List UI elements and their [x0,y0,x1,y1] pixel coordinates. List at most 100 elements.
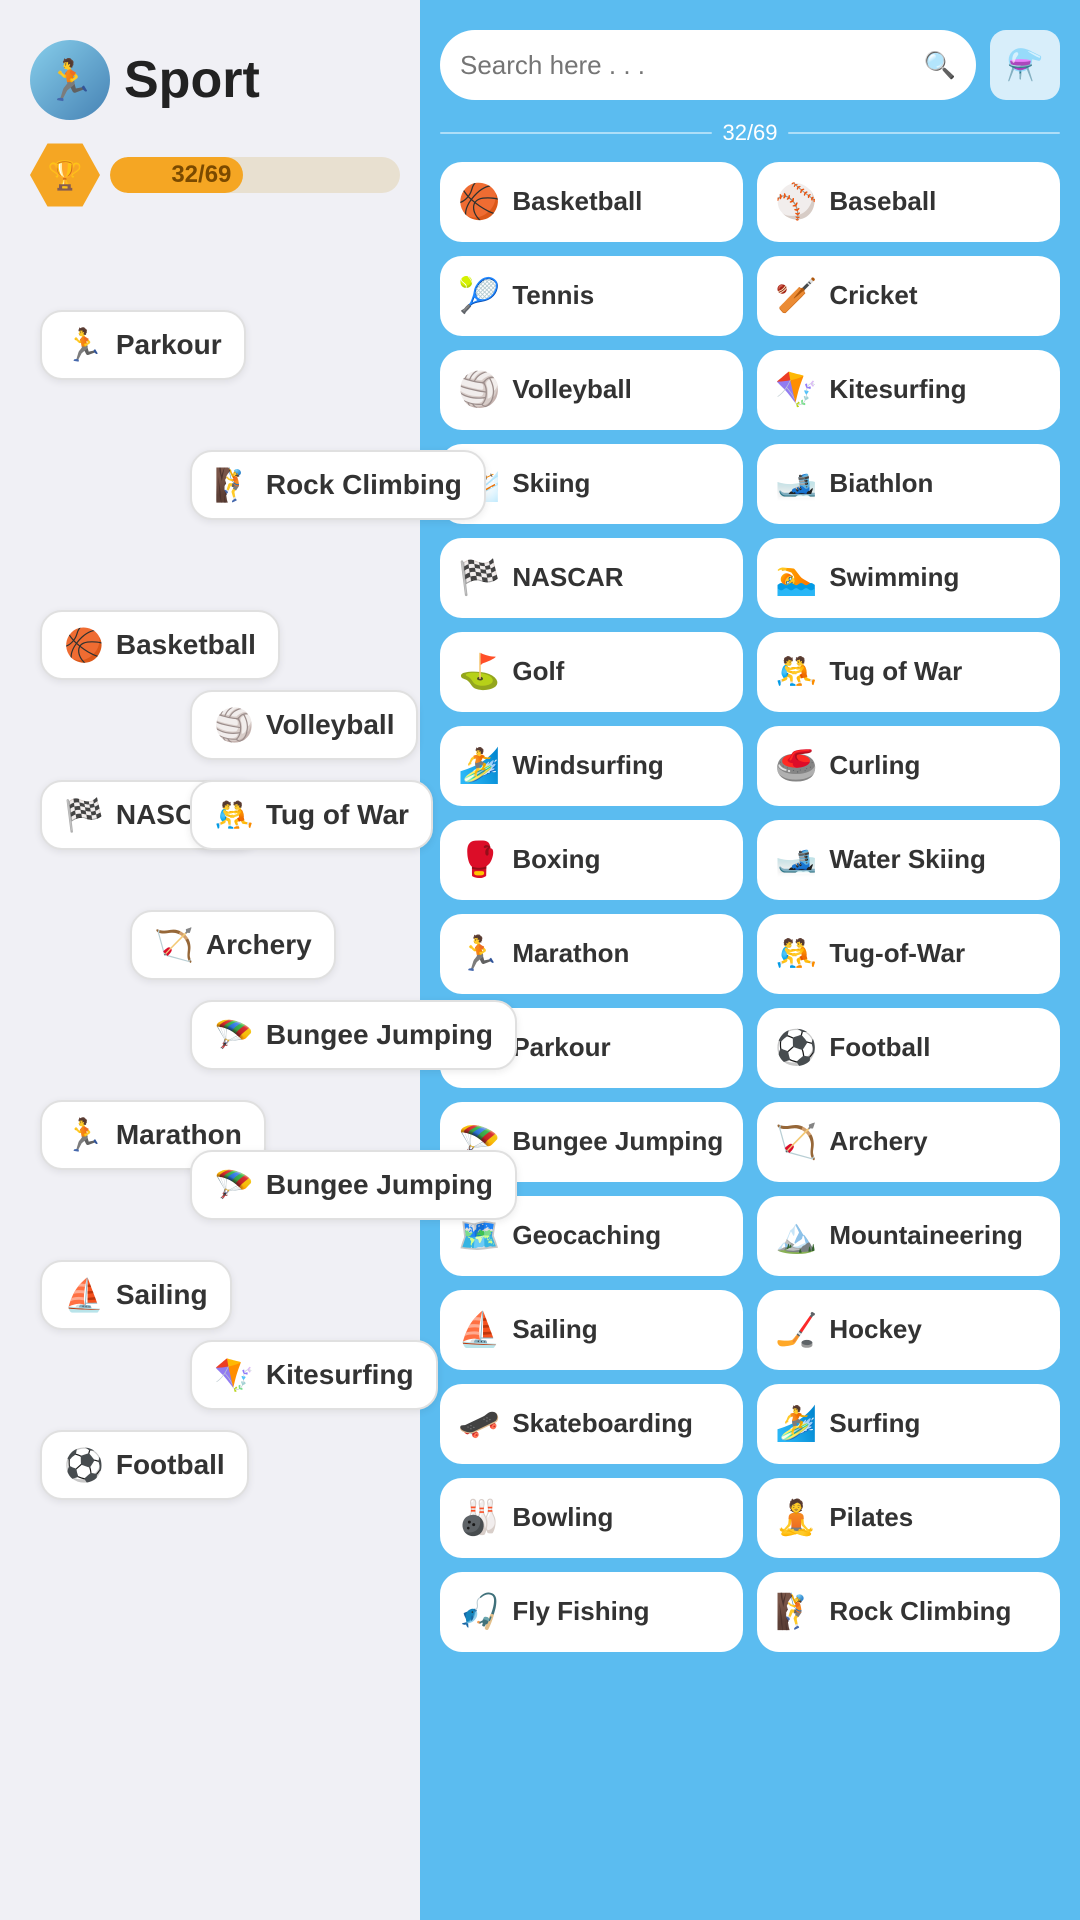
left-item-parkour[interactable]: 🏃Parkour [40,310,246,380]
left-item-rock-climbing[interactable]: 🧗 Rock Climbing [190,450,486,520]
grid-label-archery: Archery [829,1126,927,1157]
grid-label-nascar: NASCAR [512,562,623,593]
grid-emoji-swimming: 🏊 [775,558,817,598]
grid-item-marathon[interactable]: 🏃 Marathon [440,914,743,994]
grid-item-pilates[interactable]: 🧘Pilates [757,1478,1060,1558]
grid-label-swimming: Swimming [829,562,959,593]
grid-emoji-skateboarding: 🛹 [458,1404,500,1444]
grid-label-windsurfing: Windsurfing [512,750,663,781]
grid-emoji-rock-climbing: 🧗 [775,1592,817,1632]
emoji-kitesurfing: 🪁 [214,1356,254,1394]
left-item-basketball[interactable]: 🏀Basketball [40,610,280,680]
grid-emoji-tennis: 🎾 [458,276,500,316]
grid-item-archery[interactable]: 🏹 Archery [757,1102,1060,1182]
emoji-parkour: 🏃 [64,326,104,364]
grid-emoji-baseball: ⚾ [775,182,817,222]
grid-item-sailing[interactable]: ⛵Sailing [440,1290,743,1370]
grid-label-geocaching: Geocaching [512,1220,661,1251]
emoji-marathon: 🏃 [64,1116,104,1154]
search-box: 🔍 [440,30,976,100]
progress-count: 32/69 [722,120,777,146]
grid-label-marathon: Marathon [512,938,629,969]
grid-label-boxing: Boxing [512,844,600,875]
grid-label-biathlon: Biathlon [829,468,933,499]
grid-item-rock-climbing[interactable]: 🧗 Rock Climbing [757,1572,1060,1652]
grid-label-parkour: Parkour [512,1032,610,1063]
grid-emoji-tug-of-war-2: 🤼 [775,934,817,974]
grid-item-swimming[interactable]: 🏊 Swimming [757,538,1060,618]
grid-emoji-fly-fishing: 🎣 [458,1592,500,1632]
left-item-sailing[interactable]: ⛵Sailing [40,1260,232,1330]
progress-fill: 32/69 [110,157,243,193]
grid-item-cricket[interactable]: 🏏Cricket [757,256,1060,336]
grid-item-tennis[interactable]: 🎾 Tennis [440,256,743,336]
grid-item-surfing[interactable]: 🏄Surfing [757,1384,1060,1464]
label-rock-climbing: Rock Climbing [266,469,462,501]
grid-emoji-archery: 🏹 [775,1122,817,1162]
left-item-tug-of-war[interactable]: 🤼 Tug of War [190,780,433,850]
filter-button[interactable]: ⚗️ [990,30,1060,100]
progress-text: 32/69 [171,161,231,189]
grid-emoji-volleyball: 🏐 [458,370,500,410]
trophy-icon: 🏆 [30,140,100,210]
grid-item-volleyball[interactable]: 🏐Volleyball [440,350,743,430]
grid-item-boxing[interactable]: 🥊Boxing [440,820,743,900]
grid-emoji-marathon: 🏃 [458,934,500,974]
left-item-kitesurfing[interactable]: 🪁Kitesurfing [190,1340,438,1410]
grid-label-football: Football [829,1032,930,1063]
grid-label-rock-climbing: Rock Climbing [829,1596,1011,1627]
grid-item-mountaineering[interactable]: 🏔️ Mountaineering [757,1196,1060,1276]
emoji-archery: 🏹 [154,926,194,964]
search-input[interactable] [460,50,914,81]
app-title: Sport [124,50,260,110]
grid-item-basketball[interactable]: 🏀Basketball [440,162,743,242]
progress-container: 🏆 32/69 [30,140,400,210]
grid-item-golf[interactable]: ⛳Golf [440,632,743,712]
grid-label-cricket: Cricket [829,280,917,311]
grid-item-bowling[interactable]: 🎳Bowling [440,1478,743,1558]
grid-emoji-geocaching: 🗺️ [458,1216,500,1256]
emoji-tug-of-war: 🤼 [214,796,254,834]
sport-icon: 🏃 [30,40,110,120]
grid-item-tug-of-war-2[interactable]: 🤼Tug-of-War [757,914,1060,994]
progress-label-row: 32/69 [440,120,1060,146]
emoji-sailing: ⛵ [64,1276,104,1314]
grid-item-hockey[interactable]: 🏒Hockey [757,1290,1060,1370]
left-item-football[interactable]: ⚽Football [40,1430,249,1500]
emoji-basketball: 🏀 [64,626,104,664]
emoji-football: ⚽ [64,1446,104,1484]
grid-item-tug-of-war[interactable]: 🤼Tug of War [757,632,1060,712]
grid-item-curling[interactable]: 🥌Curling [757,726,1060,806]
grid-label-bungee-jumping: Bungee Jumping [512,1126,723,1157]
label-tug-of-war: Tug of War [266,799,409,831]
grid-emoji-water-skiing: 🎿 [775,840,817,880]
grid-item-windsurfing[interactable]: 🏄Windsurfing [440,726,743,806]
grid-item-baseball[interactable]: ⚾Baseball [757,162,1060,242]
left-item-bungee-jumping-1[interactable]: 🪂Bungee Jumping [190,1000,517,1070]
emoji-rock-climbing: 🧗 [214,466,254,504]
grid-emoji-basketball: 🏀 [458,182,500,222]
grid-item-fly-fishing[interactable]: 🎣 Fly Fishing [440,1572,743,1652]
grid-emoji-kitesurfing: 🪁 [775,370,817,410]
grid-item-water-skiing[interactable]: 🎿Water Skiing [757,820,1060,900]
grid-label-skateboarding: Skateboarding [512,1408,693,1439]
search-row: 🔍 ⚗️ [440,30,1060,100]
grid-emoji-mountaineering: 🏔️ [775,1216,817,1256]
left-item-volleyball[interactable]: 🏐Volleyball [190,690,418,760]
grid-emoji-sailing: ⛵ [458,1310,500,1350]
left-item-bungee-jumping-2[interactable]: 🪂Bungee Jumping [190,1150,517,1220]
grid-item-nascar[interactable]: 🏁NASCAR [440,538,743,618]
grid-item-football[interactable]: ⚽ Football [757,1008,1060,1088]
label-marathon: Marathon [116,1119,242,1151]
grid-label-fly-fishing: Fly Fishing [512,1596,649,1627]
grid-item-kitesurfing[interactable]: 🪁Kitesurfing [757,350,1060,430]
grid-emoji-pilates: 🧘 [775,1498,817,1538]
emoji-bungee-jumping-1: 🪂 [214,1016,254,1054]
grid-emoji-football: ⚽ [775,1028,817,1068]
left-items-area: 🏃Parkour🧗Rock Climbing🏀Basketball🏐Volley… [30,250,400,1750]
grid-label-tennis: Tennis [512,280,594,311]
grid-item-biathlon[interactable]: 🎿Biathlon [757,444,1060,524]
grid-item-skateboarding[interactable]: 🛹 Skateboarding [440,1384,743,1464]
grid-label-mountaineering: Mountaineering [829,1220,1023,1251]
left-item-archery[interactable]: 🏹Archery [130,910,336,980]
